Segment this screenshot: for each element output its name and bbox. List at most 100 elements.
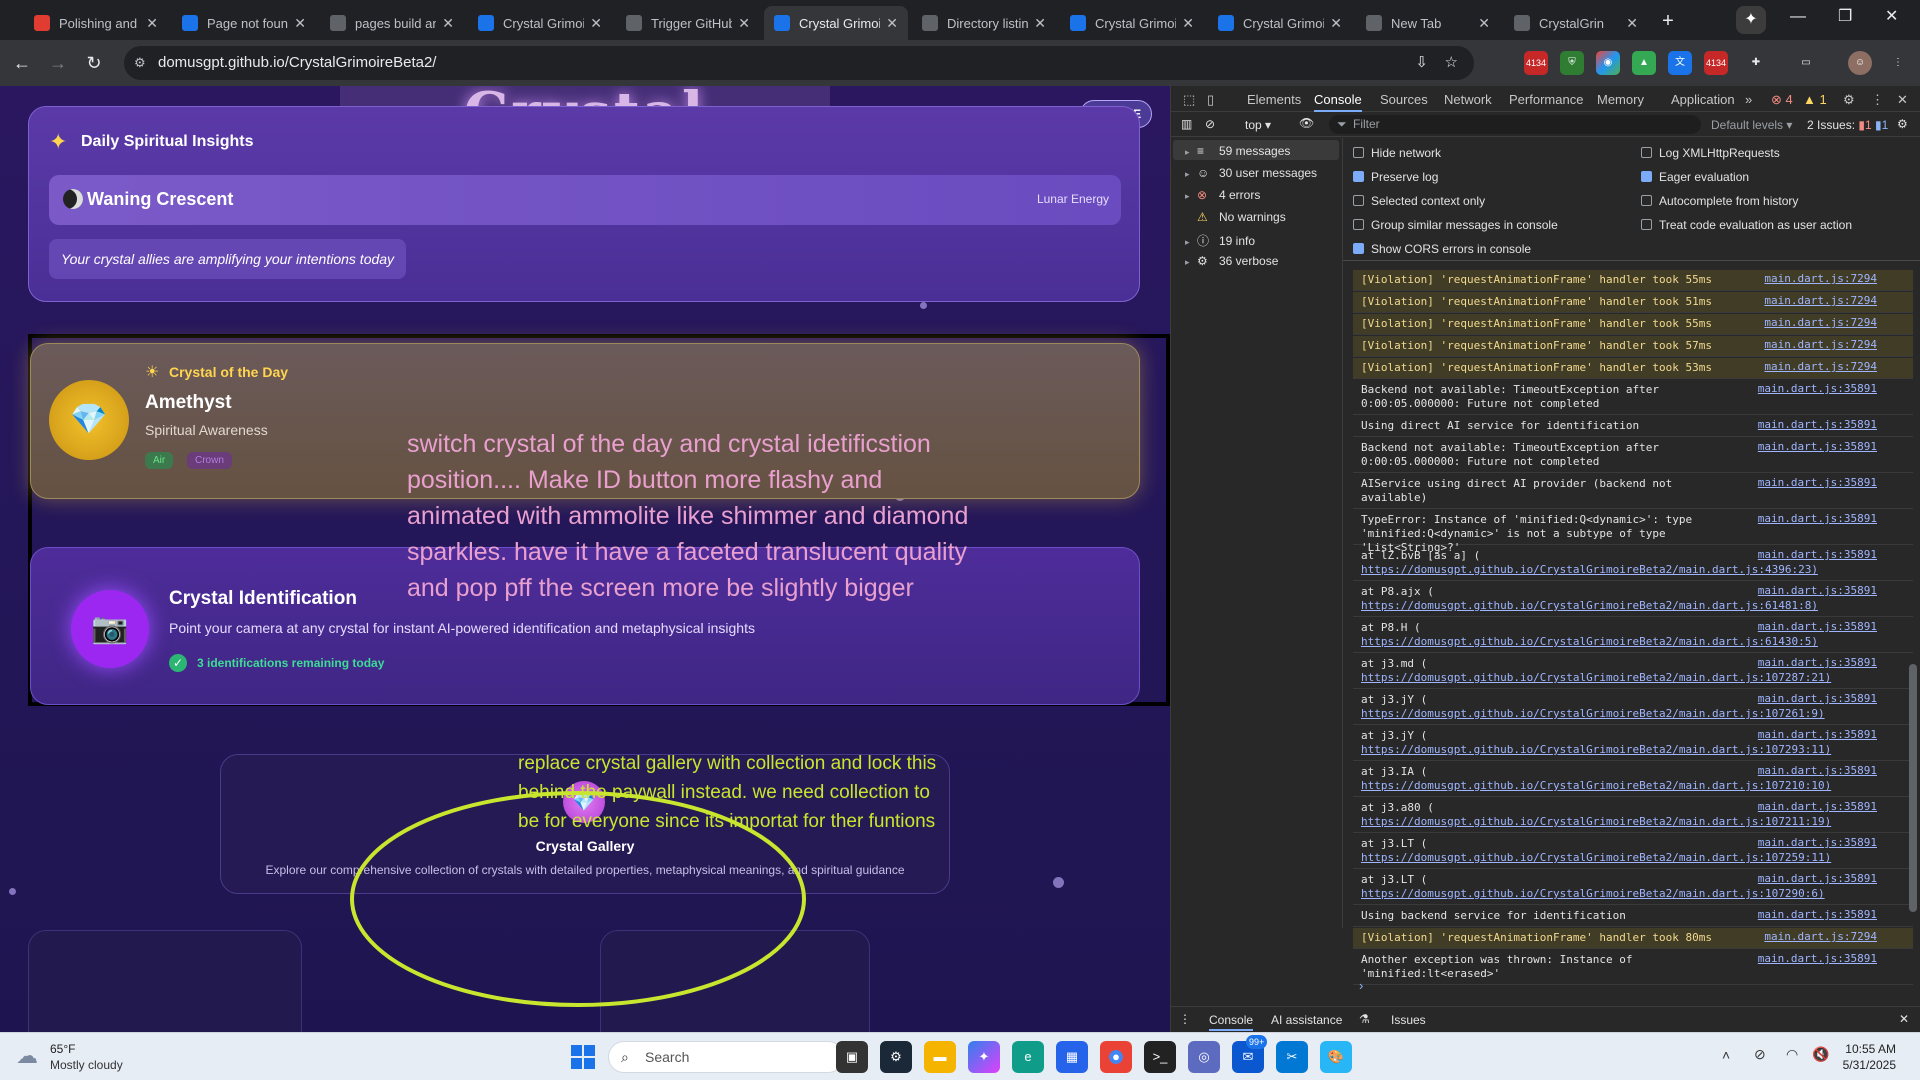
console-log-entry[interactable]: at j3.LT (https://domusgpt.github.io/Cry… xyxy=(1353,870,1913,905)
browser-tab[interactable]: Directory listin ✕ xyxy=(912,6,1056,40)
tab-close-icon[interactable]: ✕ xyxy=(590,15,602,32)
context-selector[interactable]: top ▾ xyxy=(1245,118,1271,132)
start-button[interactable] xyxy=(571,1045,595,1069)
tab-close-icon[interactable]: ✕ xyxy=(442,15,454,32)
log-source-link[interactable]: main.dart.js:35891 xyxy=(1758,418,1877,432)
site-info-icon[interactable]: ⚙ xyxy=(134,46,146,80)
tab-close-icon[interactable]: ✕ xyxy=(886,15,898,32)
drawer-tab-ai-assistance[interactable]: AI assistance xyxy=(1271,1013,1342,1027)
browser-tab[interactable]: New Tab ✕ xyxy=(1356,6,1500,40)
log-levels-dropdown[interactable]: Default levels ▾ xyxy=(1711,118,1792,132)
tab-close-icon[interactable]: ✕ xyxy=(738,15,750,32)
drive-extension-icon[interactable]: ▲ xyxy=(1632,51,1656,75)
console-log-entry[interactable]: at j3.jY (https://domusgpt.github.io/Cry… xyxy=(1353,726,1913,761)
log-stack-link[interactable]: https://domusgpt.github.io/CrystalGrimoi… xyxy=(1361,635,1877,649)
log-source-link[interactable]: main.dart.js:35891 xyxy=(1758,692,1877,706)
log-source-link[interactable]: main.dart.js:35891 xyxy=(1758,656,1877,670)
omnibox[interactable]: ⚙ domusgpt.github.io/CrystalGrimoireBeta… xyxy=(124,46,1474,80)
console-log-entry[interactable]: [Violation] 'requestAnimationFrame' hand… xyxy=(1353,270,1913,291)
app-icon[interactable]: ◎ xyxy=(1188,1041,1220,1073)
device-toggle-icon[interactable]: ▯ xyxy=(1207,92,1214,108)
devtools-tab-memory[interactable]: Memory xyxy=(1597,92,1644,107)
weather-icon[interactable]: ☁ xyxy=(16,1043,38,1069)
console-log-entry[interactable]: at j3.md (https://domusgpt.github.io/Cry… xyxy=(1353,654,1913,689)
browser-tab[interactable]: Crystal Grimoi ✕ xyxy=(1208,6,1352,40)
log-source-link[interactable]: main.dart.js:35891 xyxy=(1758,764,1877,778)
sidebar-item[interactable]: ▸ ⚙ 36 verbose xyxy=(1185,254,1278,268)
tab-close-icon[interactable]: ✕ xyxy=(1182,15,1194,32)
console-log-entry[interactable]: AIService using direct AI provider (back… xyxy=(1353,474,1913,509)
extension-badge-icon[interactable]: 4134 xyxy=(1524,51,1548,75)
console-log-entry[interactable]: at lZ.bvB [as a] (https://domusgpt.githu… xyxy=(1353,546,1913,581)
browser-tab[interactable]: Polishing and I ✕ xyxy=(24,6,168,40)
task-view-icon[interactable]: ▣ xyxy=(836,1041,868,1073)
paint-icon[interactable]: 🎨 xyxy=(1320,1041,1352,1073)
console-setting-checkbox[interactable]: Eager evaluation xyxy=(1641,170,1749,184)
console-log-entry[interactable]: [Violation] 'requestAnimationFrame' hand… xyxy=(1353,314,1913,335)
devtools-close-icon[interactable]: ✕ xyxy=(1897,92,1908,108)
new-tab-button[interactable]: + xyxy=(1655,8,1681,34)
devtools-tab-elements[interactable]: Elements xyxy=(1247,92,1301,107)
terminal-icon[interactable]: >_ xyxy=(1144,1041,1176,1073)
tray-chevron-icon[interactable]: ˄ xyxy=(1722,1047,1730,1063)
bottom-card-left[interactable] xyxy=(28,930,302,1032)
log-source-link[interactable]: main.dart.js:7294 xyxy=(1764,360,1877,374)
devtools-tab-performance[interactable]: Performance xyxy=(1509,92,1583,107)
log-source-link[interactable]: main.dart.js:7294 xyxy=(1764,294,1877,308)
log-source-link[interactable]: main.dart.js:7294 xyxy=(1764,338,1877,352)
log-source-link[interactable]: main.dart.js:35891 xyxy=(1758,512,1877,526)
log-source-link[interactable]: main.dart.js:35891 xyxy=(1758,952,1877,966)
console-prompt[interactable]: › xyxy=(1359,978,1363,993)
console-log-entry[interactable]: at P8.H (https://domusgpt.github.io/Crys… xyxy=(1353,618,1913,653)
log-source-link[interactable]: main.dart.js:35891 xyxy=(1758,440,1877,454)
console-log-entry[interactable]: [Violation] 'requestAnimationFrame' hand… xyxy=(1353,292,1913,313)
chrome-icon[interactable]: ● xyxy=(1100,1041,1132,1073)
install-app-icon[interactable]: ⇩ xyxy=(1415,46,1428,80)
sidebar-toggle-icon[interactable]: ▥ xyxy=(1181,117,1192,131)
console-log-entry[interactable]: Using backend service for identification… xyxy=(1353,906,1913,927)
devtools-tab-network[interactable]: Network xyxy=(1444,92,1492,107)
reload-icon[interactable]: ↻ xyxy=(82,51,106,75)
clock-time[interactable]: 10:55 AM xyxy=(1826,1042,1896,1056)
wifi-icon[interactable]: ◠ xyxy=(1786,1046,1798,1063)
console-log-entry[interactable]: at j3.LT (https://domusgpt.github.io/Cry… xyxy=(1353,834,1913,869)
browser-tab[interactable]: Crystal Grimoi ✕ xyxy=(1060,6,1204,40)
log-source-link[interactable]: main.dart.js:35891 xyxy=(1758,584,1877,598)
log-stack-link[interactable]: https://domusgpt.github.io/CrystalGrimoi… xyxy=(1361,779,1877,793)
mail-icon[interactable]: ✉ 99+ xyxy=(1232,1035,1268,1073)
tab-close-icon[interactable]: ✕ xyxy=(294,15,306,32)
clock-date[interactable]: 5/31/2025 xyxy=(1826,1058,1896,1072)
log-stack-link[interactable]: https://domusgpt.github.io/CrystalGrimoi… xyxy=(1361,851,1877,865)
copilot-icon[interactable]: ✦ xyxy=(1736,6,1766,34)
console-settings-icon[interactable]: ⚙ xyxy=(1897,117,1908,131)
file-explorer-icon[interactable]: ▬ xyxy=(924,1041,956,1073)
log-source-link[interactable]: main.dart.js:35891 xyxy=(1758,836,1877,850)
console-log-entry[interactable]: Another exception was thrown: Instance o… xyxy=(1353,950,1913,985)
log-stack-link[interactable]: https://domusgpt.github.io/CrystalGrimoi… xyxy=(1361,671,1877,685)
browser-tab[interactable]: pages build an ✕ xyxy=(320,6,464,40)
profile-avatar[interactable]: ☺ xyxy=(1848,51,1872,75)
log-source-link[interactable]: main.dart.js:35891 xyxy=(1758,872,1877,886)
console-setting-checkbox[interactable]: Hide network xyxy=(1353,146,1441,160)
edge-icon[interactable]: e xyxy=(1012,1041,1044,1073)
close-window-button[interactable]: ✕ xyxy=(1885,6,1898,26)
browser-menu-icon[interactable]: ⋮ xyxy=(1886,51,1910,75)
log-source-link[interactable]: main.dart.js:7294 xyxy=(1764,316,1877,330)
log-source-link[interactable]: main.dart.js:35891 xyxy=(1758,728,1877,742)
copilot-taskbar-icon[interactable]: ✦ xyxy=(968,1041,1000,1073)
console-log-entry[interactable]: Using direct AI service for identificati… xyxy=(1353,416,1913,437)
console-setting-checkbox[interactable]: Selected context only xyxy=(1353,194,1485,208)
minimize-button[interactable]: — xyxy=(1790,8,1806,26)
console-log-entry[interactable]: Backend not available: TimeoutException … xyxy=(1353,438,1913,473)
console-log-entry[interactable]: at P8.ajx (https://domusgpt.github.io/Cr… xyxy=(1353,582,1913,617)
sidebar-item[interactable]: ▸ ⊗ 4 errors xyxy=(1185,188,1260,202)
bookmark-star-icon[interactable]: ☆ xyxy=(1445,46,1458,80)
console-log-entry[interactable]: at j3.jY (https://domusgpt.github.io/Cry… xyxy=(1353,690,1913,725)
devtools-menu-icon[interactable]: ⋮ xyxy=(1871,92,1884,108)
warning-count-badge[interactable]: ▲ 1 xyxy=(1803,92,1827,107)
extensions-puzzle-icon[interactable]: ✚ xyxy=(1744,51,1768,75)
drawer-menu-icon[interactable]: ⋮ xyxy=(1179,1012,1191,1026)
devtools-tab-console[interactable]: Console xyxy=(1314,92,1362,112)
log-source-link[interactable]: main.dart.js:35891 xyxy=(1758,548,1877,562)
console-log-entry[interactable]: [Violation] 'requestAnimationFrame' hand… xyxy=(1353,336,1913,357)
